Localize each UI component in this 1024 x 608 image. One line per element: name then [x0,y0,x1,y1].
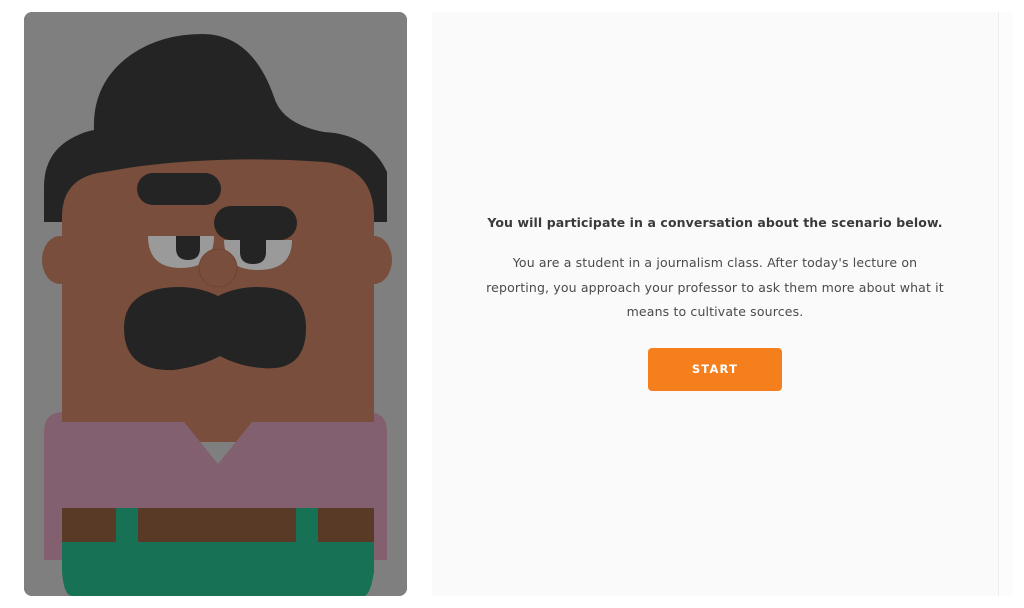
start-button[interactable]: START [648,347,782,391]
belt [62,508,374,542]
right-pupil [240,240,266,264]
left-pupil [176,236,200,260]
scenario-intro: You will participate in a conversation a… [487,215,943,230]
scrollbar[interactable] [998,12,1013,596]
character-card [24,12,407,596]
scenario-panel: You will participate in a conversation a… [432,12,998,596]
suspender-right [296,508,318,550]
character-illustration [24,12,407,596]
mustache [124,287,306,371]
left-eyebrow [137,173,221,205]
scenario-description: You are a student in a journalism class.… [486,255,944,319]
right-eyebrow [214,206,297,240]
nose [198,248,238,288]
suspender-left [116,508,138,550]
pants [62,542,374,596]
face [62,159,374,422]
scenario-content: You will participate in a conversation a… [432,215,998,391]
page: You will participate in a conversation a… [0,0,1024,608]
